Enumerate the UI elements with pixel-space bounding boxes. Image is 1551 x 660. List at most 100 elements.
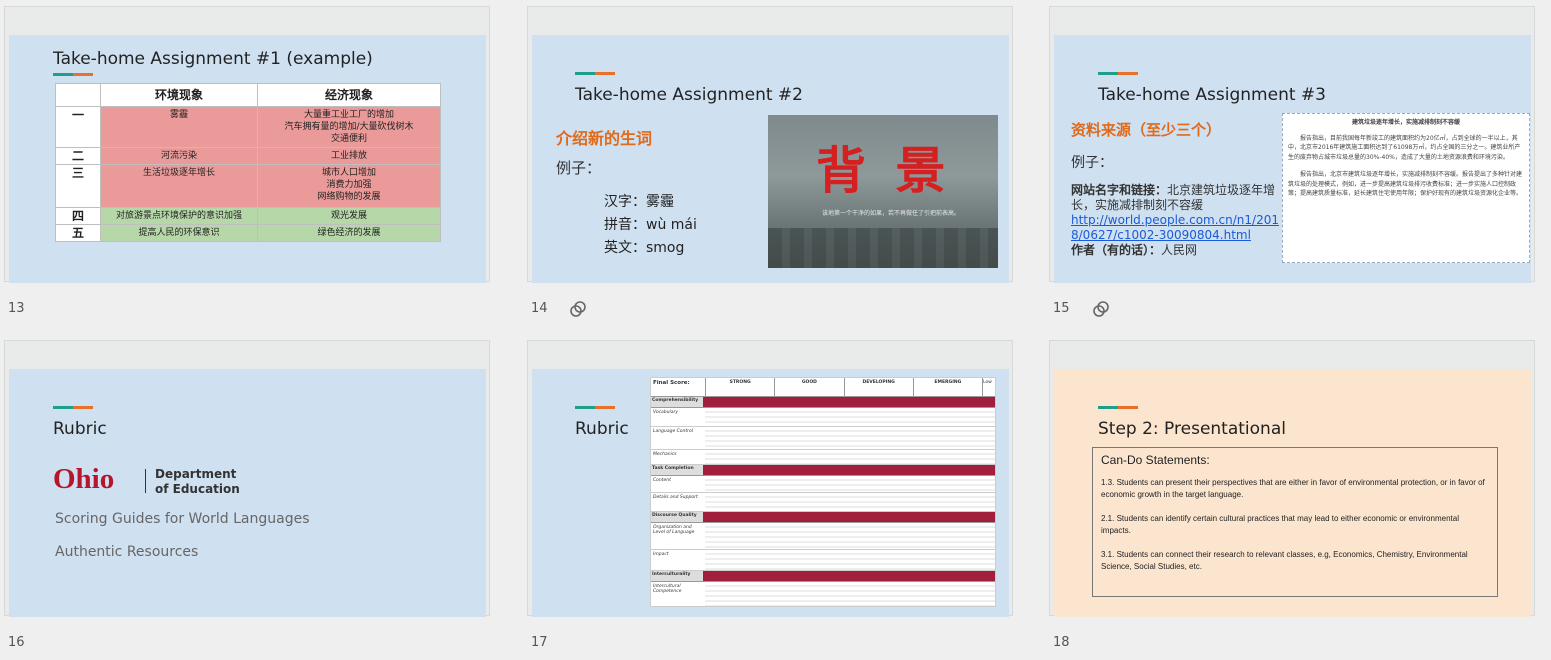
table-row: 二 河流污染 工业排放 [55, 147, 441, 165]
slide-thumbnail-13[interactable]: Take-home Assignment #1 (example) 环境现象 经… [4, 6, 490, 283]
rubric-row-label: Impact [653, 552, 669, 557]
slide-thumbnail-14[interactable]: Take-home Assignment #2 介绍新的生词 例子： 汉字：雾霾… [527, 6, 1013, 283]
source-url-link[interactable]: http://world.people.com.cn/n1/2018/0627/… [1071, 213, 1279, 242]
slide-16-canvas: Rubric Ohio Department of Education Scor… [9, 369, 486, 617]
logo-divider [145, 469, 146, 493]
title-accent-bar [1098, 72, 1138, 75]
smog-image-caption: 该地第一个干净的如果，若不再做任了引把前表高。 [822, 210, 961, 217]
rubric-section-label: Interculturality [651, 571, 703, 581]
table-cell: 大量重工业工厂的增加 汽车拥有量的增加/大量砍伐树木 交通便利 [257, 106, 441, 148]
rubric-row-label: Vocabulary [653, 410, 679, 415]
rubric-row: Organization and Level of Language [651, 523, 995, 550]
logo-dept-line1: Department [155, 467, 237, 481]
rubric-image: Final Score: STRONG GOOD DEVELOPING EMER… [650, 377, 996, 607]
slide-number-14: 14 [531, 301, 548, 316]
slide-15-title: Take-home Assignment #3 [1098, 85, 1326, 105]
article-paragraph-2: 报告指出，北京市建筑垃圾逐年增长，实施减排制刻不容缓。报告提出了多种针对建筑垃圾… [1288, 171, 1523, 197]
can-do-box: Can-Do Statements: 1.3. Students can pre… [1092, 447, 1498, 597]
article-paragraph-1: 报告指出，目前我国每年新竣工的建筑面积约为20亿㎡，占到全球的一半以上，其中，北… [1288, 134, 1521, 161]
rubric-row: Language Control [651, 427, 995, 450]
vocab-pinyin: 拼音：wù mái [604, 217, 697, 233]
slide-15-canvas: Take-home Assignment #3 资料来源（至少三个） 例子： 网… [1054, 35, 1531, 283]
table-cell: 对旅游景点环境保护的意识加强 [100, 207, 258, 225]
source-info: 网站名字和链接：北京建筑垃圾逐年增长，实施减排制刻不容缓 http://worl… [1071, 183, 1281, 258]
rubric-row: Impact [651, 550, 995, 571]
rubric-section: Task Completion [651, 465, 995, 476]
slide-number-15: 15 [1053, 301, 1070, 316]
title-accent-bar [1098, 406, 1138, 409]
site-label: 网站名字和链接： [1071, 183, 1168, 197]
rubric-row-label: Language Control [653, 429, 694, 434]
can-do-heading: Can-Do Statements: [1101, 453, 1210, 467]
row-header: 三 [55, 164, 101, 208]
ohio-logo-wordmark: Ohio [53, 463, 115, 495]
smog-image-title: 背 景 [816, 142, 952, 200]
table-cell: 提高人民的环保意识 [100, 224, 258, 242]
title-accent-bar [575, 406, 615, 409]
table-row: 四 对旅游景点环境保护的意识加强 观光发展 [55, 207, 441, 225]
title-accent-bar [53, 406, 93, 409]
author-label: 作者（有的话）： [1071, 243, 1162, 257]
table-header-empty [55, 83, 101, 107]
city-silhouette [768, 228, 998, 268]
rubric-row-label: Intercultural Competence [653, 584, 682, 594]
table-header-econ: 经济现象 [257, 83, 441, 107]
rubric-row: Intercultural Competence [651, 582, 995, 606]
slide-14-canvas: Take-home Assignment #2 介绍新的生词 例子： 汉字：雾霾… [532, 35, 1009, 283]
rubric-col-developing: DEVELOPING [843, 378, 913, 396]
logo-dept-line2: of Education [155, 482, 240, 496]
author-name: 人民网 [1161, 243, 1198, 257]
link-icon[interactable] [1091, 299, 1111, 319]
slide-thumbnail-15[interactable]: Take-home Assignment #3 资料来源（至少三个） 例子： 网… [1049, 6, 1535, 283]
example-label: 例子： [556, 159, 602, 177]
rubric-row-label: Organization and Level of Language [653, 525, 695, 535]
slide-18-title: Step 2: Presentational [1098, 419, 1286, 439]
slide-16-title: Rubric [53, 419, 107, 439]
rubric-section-label: Comprehensibility [651, 397, 703, 407]
rubric-row-label: Details and Support [653, 495, 698, 500]
table-cell: 生活垃圾逐年增长 [100, 164, 258, 208]
phenomena-table: 环境现象 经济现象 一 雾霾 大量重工业工厂的增加 汽车拥有量的增加/大量砍伐树… [55, 83, 441, 242]
table-cell: 观光发展 [257, 207, 441, 225]
table-row: 五 提高人民的环保意识 绿色经济的发展 [55, 224, 441, 242]
rubric-row: Content [651, 476, 995, 493]
table-row: 三 生活垃圾逐年增长 城市人口增加 消费力加强 网络购物的发展 [55, 164, 441, 208]
smog-image: 背 景 该地第一个干净的如果，若不再做任了引把前表高。 [768, 115, 998, 268]
link-icon[interactable] [568, 299, 588, 319]
slide-number-17: 17 [531, 635, 548, 650]
can-do-statement: 2.1. Students can identify certain cultu… [1101, 514, 1459, 535]
table-cell: 绿色经济的发展 [257, 224, 441, 242]
slide-number-13: 13 [8, 301, 25, 316]
row-header: 五 [55, 224, 101, 242]
slide-14-title: Take-home Assignment #2 [575, 85, 803, 105]
rubric-section: Interculturality [651, 571, 995, 582]
slide-number-18: 18 [1053, 635, 1070, 650]
rubric-row: Mechanics [651, 450, 995, 465]
scoring-guides-link[interactable]: Scoring Guides for World Languages [55, 511, 310, 527]
authentic-resources-link[interactable]: Authentic Resources [55, 544, 198, 560]
can-do-statement: 1.3. Students can present their perspect… [1101, 478, 1485, 499]
slide-thumbnail-18[interactable]: Step 2: Presentational Can-Do Statements… [1049, 340, 1535, 617]
rubric-section-label: Task Completion [651, 465, 703, 475]
row-header: 二 [55, 147, 101, 165]
rubric-row-label: Mechanics [653, 452, 677, 457]
slide-17-title: Rubric [575, 419, 629, 439]
row-header: 一 [55, 106, 101, 148]
rubric-row: Vocabulary [651, 408, 995, 427]
article-excerpt: 建筑垃圾逐年增长，实施减排制刻不容缓 报告指出，目前我国每年新竣工的建筑面积约为… [1282, 113, 1530, 263]
rubric-col-good: GOOD [774, 378, 843, 396]
slide-13-title: Take-home Assignment #1 (example) [53, 49, 373, 69]
slide-thumbnail-17[interactable]: Rubric Final Score: STRONG GOOD DEVELOPI… [527, 340, 1013, 617]
example-label: 例子： [1071, 155, 1113, 171]
rubric-final-score: Final Score: [653, 380, 690, 386]
vocab-hanzi: 汉字：雾霾 [604, 194, 674, 210]
rubric-section: Comprehensibility [651, 397, 995, 408]
table-cell: 城市人口增加 消费力加强 网络购物的发展 [257, 164, 441, 208]
slide-17-canvas: Rubric Final Score: STRONG GOOD DEVELOPI… [532, 369, 1009, 617]
slide-thumbnail-16[interactable]: Rubric Ohio Department of Education Scor… [4, 340, 490, 617]
slide-14-subtitle: 介绍新的生词 [556, 129, 653, 148]
slide-number-16: 16 [8, 635, 25, 650]
title-accent-bar [575, 72, 615, 75]
slide-13-canvas: Take-home Assignment #1 (example) 环境现象 经… [9, 35, 486, 283]
can-do-statement: 3.1. Students can connect their research… [1101, 550, 1468, 571]
